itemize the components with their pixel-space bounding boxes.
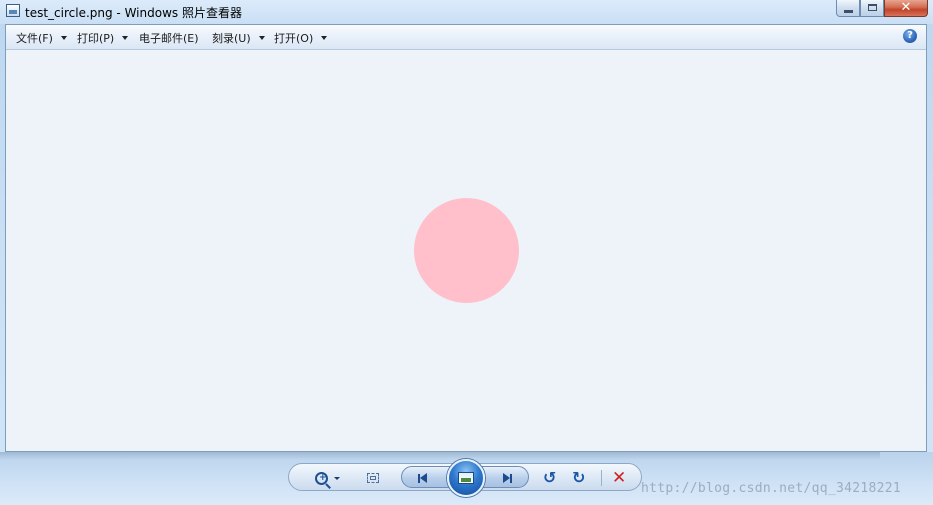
- photo-viewer-app-icon[interactable]: [6, 4, 20, 17]
- next-button[interactable]: [503, 473, 512, 483]
- window-title: test_circle.png - Windows 照片查看器: [25, 6, 242, 20]
- chevron-down-icon: [258, 36, 265, 40]
- menu-bar: 文件(F) 打印(P) 电子邮件(E) 刻录(U) 打开(O) ?: [6, 25, 926, 50]
- slideshow-icon: [458, 472, 474, 484]
- delete-icon: ✕: [612, 468, 627, 488]
- displayed-image-circle: [414, 198, 519, 303]
- menu-email[interactable]: 电子邮件(E): [139, 30, 199, 46]
- next-icon: [503, 473, 510, 483]
- help-icon[interactable]: ?: [903, 29, 917, 43]
- menu-burn[interactable]: 刻录(U): [212, 30, 265, 46]
- background-window-shadow: [0, 452, 880, 460]
- minimize-icon: [844, 10, 853, 13]
- rotate-right-icon: ↻: [572, 468, 586, 487]
- minimize-button[interactable]: [836, 0, 860, 17]
- close-button[interactable]: ✕: [884, 0, 928, 17]
- viewer-toolbar: + ↺ ↻ ✕: [288, 459, 642, 497]
- menu-file[interactable]: 文件(F): [16, 30, 67, 46]
- delete-button[interactable]: ✕: [612, 468, 626, 488]
- menu-burn-label: 刻录(U): [212, 32, 251, 45]
- previous-button[interactable]: [418, 473, 427, 483]
- close-icon: ✕: [900, 0, 912, 15]
- menu-print-label: 打印(P): [77, 32, 115, 45]
- actual-size-button[interactable]: [367, 468, 379, 488]
- zoom-button[interactable]: +: [315, 468, 340, 488]
- rotate-counterclockwise-button[interactable]: ↺: [543, 468, 556, 488]
- chevron-down-icon: [122, 36, 129, 40]
- fit-window-icon: [367, 473, 379, 483]
- maximize-button[interactable]: [860, 0, 884, 17]
- menu-print[interactable]: 打印(P): [77, 30, 129, 46]
- image-viewport[interactable]: [6, 50, 926, 451]
- menu-file-label: 文件(F): [16, 32, 53, 45]
- slideshow-button[interactable]: [447, 459, 485, 497]
- title-bar: test_circle.png - Windows 照片查看器 ✕: [0, 0, 933, 24]
- menu-open[interactable]: 打开(O): [274, 30, 328, 46]
- rotate-left-icon: ↺: [543, 468, 557, 487]
- menu-email-label: 电子邮件(E): [139, 32, 199, 45]
- toolbar-separator: [601, 470, 602, 486]
- rotate-clockwise-button[interactable]: ↻: [572, 468, 585, 488]
- window-client-area: 文件(F) 打印(P) 电子邮件(E) 刻录(U) 打开(O) ?: [5, 24, 927, 452]
- zoom-icon: +: [315, 471, 328, 485]
- chevron-down-icon: [60, 36, 67, 40]
- chevron-down-icon: [321, 36, 328, 40]
- menu-open-label: 打开(O): [274, 32, 314, 45]
- watermark-text: http://blog.csdn.net/qq_34218221: [641, 481, 902, 496]
- chevron-down-icon: [334, 476, 340, 480]
- maximize-icon: [868, 4, 877, 11]
- window-controls: ✕: [836, 0, 928, 17]
